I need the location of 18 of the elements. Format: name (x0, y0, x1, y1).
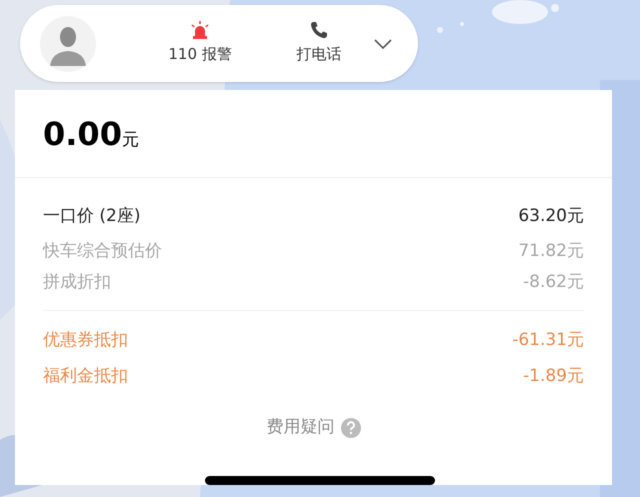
price-label: 快车综合预估价 (43, 240, 162, 263)
price-value: 63.20元 (518, 205, 584, 228)
price-value: 71.82元 (518, 240, 584, 263)
price-label: 拼成折扣 (43, 270, 111, 294)
phone-icon (310, 21, 328, 40)
price-label: 福利金抵扣 (43, 365, 128, 388)
price-value: -61.31元 (512, 329, 584, 352)
price-label: 一口价 (2座) (43, 205, 140, 228)
call-button[interactable]: 打电话 (296, 21, 342, 66)
help-icon (340, 418, 360, 438)
siren-icon (190, 21, 210, 40)
price-value: -1.89元 (523, 365, 584, 388)
fee-question-link[interactable]: 费用疑问 (266, 415, 360, 440)
alarm-button[interactable]: 110 报警 (168, 21, 232, 66)
price-value: -8.62元 (523, 270, 584, 294)
chevron-down-icon[interactable] (374, 38, 392, 48)
fare-amount: 0.00元 (43, 114, 139, 154)
price-label: 优惠券抵扣 (43, 329, 128, 352)
